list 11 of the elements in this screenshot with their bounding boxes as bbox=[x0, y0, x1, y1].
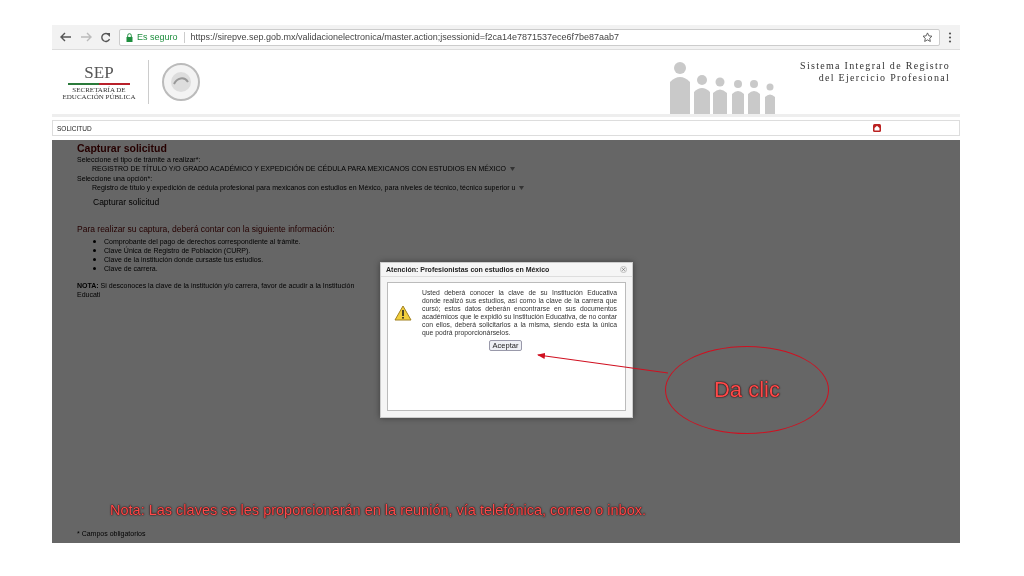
secure-label: Es seguro bbox=[137, 32, 178, 42]
logo-text: SEP bbox=[84, 63, 114, 81]
info-heading: Para realizar su captura, deberá contar con la siguiente información: bbox=[77, 224, 335, 234]
url-text: https://sirepve.sep.gob.mx/validacionelectronica/master.action;jsessionid=f2ca14e7871537ece6f7be87aab7 bbox=[190, 32, 620, 42]
callout-text: Da clic bbox=[714, 377, 780, 403]
capture-button[interactable]: Capturar solicitud bbox=[91, 196, 162, 208]
address-bar[interactable]: Es seguro https://sirepve.sep.gob.mx/validacionelectronica/master.action;jsessionid=f2ca14e7871537ece6f7be87aab7 bbox=[119, 28, 940, 46]
system-title: Sistema Integral de Registro bbox=[800, 60, 950, 72]
form-title: Capturar solicitud bbox=[77, 142, 167, 154]
system-title: del Ejercicio Profesional bbox=[818, 72, 950, 84]
annotation-note: Nota: Las claves se les proporcionarán en la reunión, vía telefónica, correo o inbox. bbox=[110, 502, 646, 518]
